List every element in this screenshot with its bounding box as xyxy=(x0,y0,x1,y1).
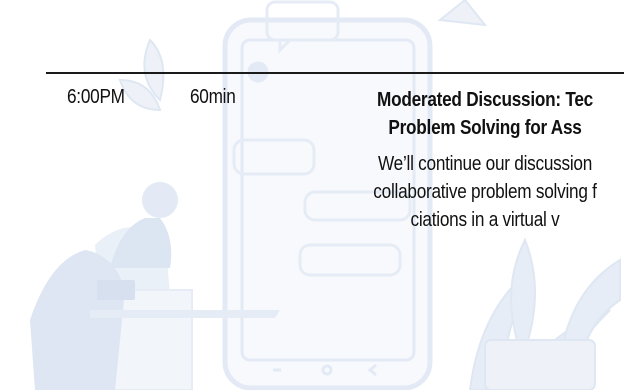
session-description-line-3: ciations in a virtual v xyxy=(410,209,560,231)
session-details: Moderated Discussion: Tec Problem Solvin… xyxy=(250,86,624,234)
schedule-row: 6:00PM 60min Moderated Discussion: Tec P… xyxy=(0,0,624,390)
session-description-line-1: We’ll continue our discussion xyxy=(377,153,593,175)
session-description-line-2: collaborative problem solving f xyxy=(373,181,597,203)
session-title-line-1: Moderated Discussion: Tec xyxy=(377,89,593,111)
session-duration: 60min xyxy=(190,86,236,108)
session-title-line-2: Problem Solving for Ass xyxy=(388,117,582,139)
session-time: 6:00PM xyxy=(67,86,125,108)
